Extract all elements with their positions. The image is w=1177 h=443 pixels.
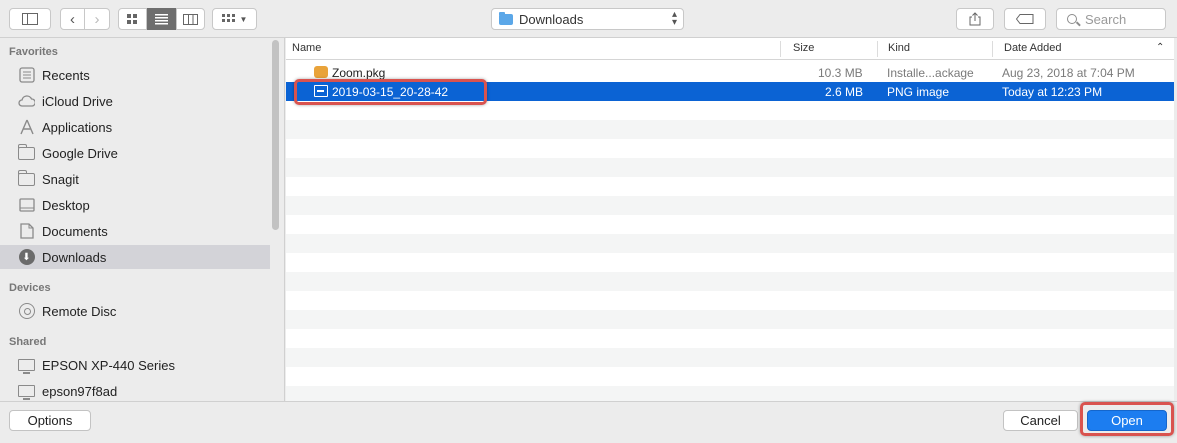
options-button[interactable]: Options	[9, 410, 91, 431]
empty-row	[286, 120, 1174, 139]
sidebar-item-recents[interactable]: Recents	[0, 63, 270, 87]
sidebar-item-applications[interactable]: Applications	[0, 115, 270, 139]
column-header-size[interactable]: Size	[793, 42, 814, 54]
tags-button[interactable]	[1004, 8, 1046, 30]
search-icon	[1067, 14, 1077, 24]
empty-row	[286, 272, 1174, 291]
file-name: Zoom.pkg	[332, 66, 386, 80]
clock-icon	[18, 67, 35, 84]
sidebar-section-devices: Devices	[9, 282, 51, 294]
sidebar-section-shared: Shared	[9, 336, 47, 348]
chevron-left-icon: ‹	[70, 10, 75, 28]
sidebar-section-favorites: Favorites	[9, 46, 58, 58]
sidebar-item-label: Downloads	[42, 249, 107, 265]
search-field[interactable]: Search	[1056, 8, 1166, 30]
toolbar: ‹ › ▼ Downloads ▴ ▾ Search	[0, 0, 1177, 38]
empty-row	[286, 386, 1174, 401]
file-size: 10.3 MB	[818, 66, 863, 80]
column-header-kind[interactable]: Kind	[888, 42, 910, 54]
sidebar-item-label: Remote Disc	[42, 303, 117, 319]
folder-icon	[18, 169, 35, 188]
location-label: Downloads	[519, 11, 584, 27]
selected-file-highlight	[294, 79, 487, 105]
cancel-button[interactable]: Cancel	[1003, 410, 1078, 431]
icon-view-button[interactable]	[118, 8, 147, 30]
sidebar-item-epson-xp-440[interactable]: EPSON XP-440 Series	[0, 353, 270, 377]
downloads-icon: ⬇	[18, 249, 35, 266]
sidebar-item-desktop[interactable]: Desktop	[0, 193, 270, 217]
tag-icon	[1016, 14, 1034, 24]
column-divider[interactable]	[992, 41, 993, 57]
empty-row	[286, 196, 1174, 215]
share-button[interactable]	[956, 8, 994, 30]
location-popup[interactable]: Downloads ▴ ▾	[491, 8, 684, 30]
column-header-name[interactable]: Name	[292, 42, 321, 54]
downloads-folder-icon	[499, 11, 513, 25]
sidebar-item-label: Documents	[42, 223, 108, 239]
package-icon	[314, 66, 328, 78]
column-view-button[interactable]	[176, 8, 205, 30]
open-button-highlight	[1080, 402, 1174, 436]
column-divider[interactable]	[780, 41, 781, 57]
sidebar-item-documents[interactable]: Documents	[0, 219, 270, 243]
cloud-icon	[18, 93, 35, 110]
desktop-icon	[18, 197, 35, 214]
sidebar-item-label: Applications	[42, 119, 113, 135]
chevron-down-icon: ▼	[239, 14, 248, 24]
columns-icon	[183, 13, 198, 25]
file-kind: PNG image	[887, 85, 950, 99]
documents-icon	[18, 223, 35, 240]
monitor-icon	[18, 357, 35, 374]
monitor-icon	[18, 383, 35, 400]
empty-row	[286, 234, 1174, 253]
empty-row	[286, 158, 1174, 177]
list-icon	[155, 13, 168, 24]
file-kind: Installe...ackage	[887, 66, 974, 80]
list-view-button[interactable]	[147, 8, 176, 30]
forward-button[interactable]: ›	[85, 8, 110, 30]
disc-icon	[18, 303, 35, 320]
sidebar-item-label: Recents	[42, 67, 90, 83]
applications-icon	[18, 119, 35, 136]
column-header-date-added[interactable]: Date Added	[1004, 42, 1062, 54]
folder-icon	[18, 143, 35, 162]
search-placeholder: Search	[1085, 11, 1127, 27]
sidebar-item-label: EPSON XP-440 Series	[42, 357, 175, 373]
sidebar-item-label: Google Drive	[42, 145, 118, 161]
sort-ascending-icon[interactable]: ⌃	[1156, 42, 1164, 53]
sidebar-toggle-icon	[22, 13, 38, 25]
sidebar-item-snagit[interactable]: Snagit	[0, 167, 270, 191]
sidebar-item-remote-disc[interactable]: Remote Disc	[0, 299, 270, 323]
back-button[interactable]: ‹	[60, 8, 85, 30]
sidebar-item-label: iCloud Drive	[42, 93, 113, 109]
column-header-row: Name Size Kind Date Added ⌃	[286, 38, 1174, 60]
gallery-icon	[221, 13, 235, 22]
sidebar-item-downloads[interactable]: ⬇ Downloads	[0, 245, 270, 269]
empty-row	[286, 310, 1174, 329]
file-date-added: Aug 23, 2018 at 7:04 PM	[1002, 66, 1135, 80]
sidebar-item-google-drive[interactable]: Google Drive	[0, 141, 270, 165]
sidebar-item-label: epson97f8ad	[42, 383, 118, 399]
sidebar-item-epson97f8ad[interactable]: epson97f8ad	[0, 379, 270, 403]
up-down-chevron-icon: ▴ ▾	[671, 9, 677, 28]
empty-row	[286, 348, 1174, 367]
file-date-added: Today at 12:23 PM	[1002, 85, 1103, 99]
group-by-button[interactable]: ▼	[212, 8, 257, 30]
column-divider[interactable]	[877, 41, 878, 57]
sidebar-item-icloud-drive[interactable]: iCloud Drive	[0, 89, 270, 113]
grid-icon	[127, 13, 137, 24]
sidebar-item-label: Desktop	[42, 197, 90, 213]
sidebar-item-label: Snagit	[42, 171, 79, 187]
sidebar: Favorites Recents iCloud Drive Applicati…	[0, 38, 285, 401]
share-icon	[969, 12, 981, 26]
sidebar-toggle-button[interactable]	[9, 8, 51, 30]
sidebar-scrollbar[interactable]	[272, 40, 279, 230]
chevron-right-icon: ›	[94, 10, 100, 28]
file-size: 2.6 MB	[825, 85, 864, 99]
bottom-bar: Options Cancel Open	[0, 401, 1177, 443]
